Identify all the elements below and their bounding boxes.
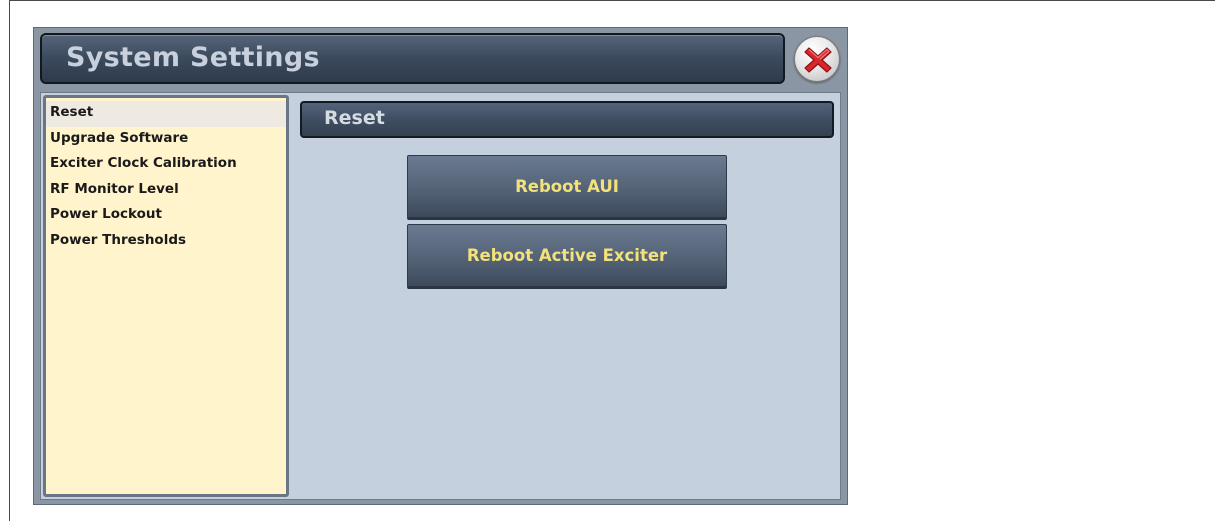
sidebar-item-rf-monitor-level[interactable]: RF Monitor Level	[46, 178, 286, 204]
window-title: System Settings	[66, 42, 320, 73]
sidebar-item-power-thresholds[interactable]: Power Thresholds	[46, 229, 286, 255]
sidebar-item-reset[interactable]: Reset	[46, 101, 286, 127]
reboot-active-exciter-button[interactable]: Reboot Active Exciter	[407, 224, 727, 289]
content-area: Reset Upgrade Software Exciter Clock Cal…	[40, 92, 841, 500]
system-settings-window: System Settings Reset Upgrade Software E…	[33, 27, 848, 505]
close-x-icon	[804, 47, 832, 73]
title-bar: System Settings	[40, 33, 785, 84]
close-button[interactable]	[794, 36, 840, 82]
reboot-aui-button[interactable]: Reboot AUI	[407, 155, 727, 220]
section-title: Reset	[324, 107, 385, 129]
settings-sidebar: Reset Upgrade Software Exciter Clock Cal…	[43, 95, 289, 497]
sidebar-item-power-lockout[interactable]: Power Lockout	[46, 203, 286, 229]
section-header: Reset	[300, 101, 834, 138]
sidebar-item-upgrade-software[interactable]: Upgrade Software	[46, 127, 286, 153]
sidebar-item-exciter-clock-calibration[interactable]: Exciter Clock Calibration	[46, 152, 286, 178]
